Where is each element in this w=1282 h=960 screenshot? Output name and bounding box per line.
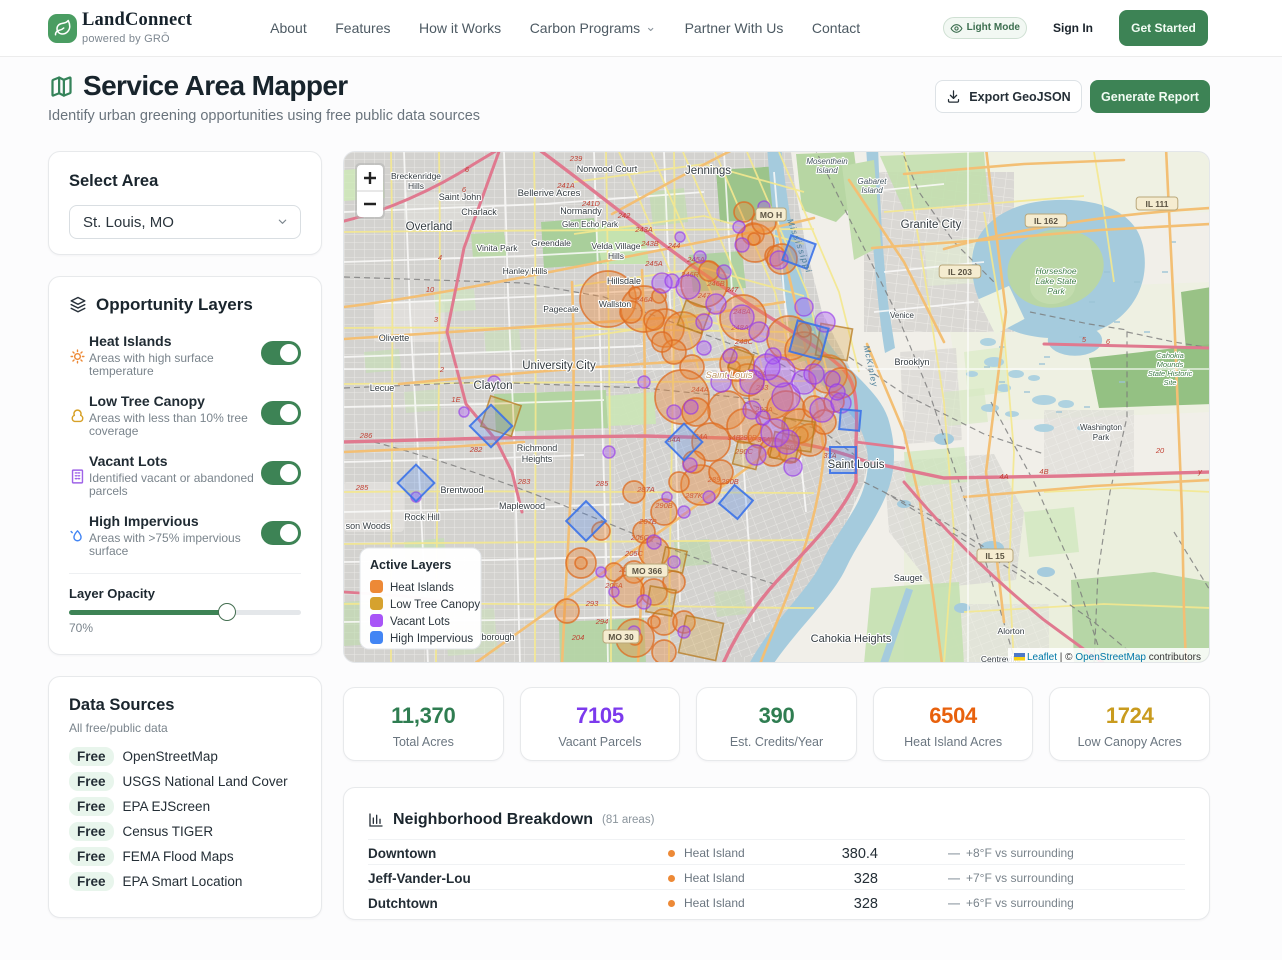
svg-text:High Impervious: High Impervious	[390, 633, 473, 645]
svg-text:Leaflet | © OpenStreetMap cont: Leaflet | © OpenStreetMap contributors	[1027, 652, 1201, 663]
svg-text:Site: Site	[1164, 378, 1177, 387]
svg-text:Hanley Hills: Hanley Hills	[503, 266, 548, 276]
svg-text:239: 239	[569, 154, 583, 163]
svg-text:293: 293	[585, 599, 599, 608]
svg-text:Granite City: Granite City	[901, 219, 962, 231]
svg-text:Heat Islands: Heat Islands	[390, 582, 454, 594]
svg-text:Brentwood: Brentwood	[440, 485, 483, 495]
svg-text:285: 285	[595, 479, 609, 488]
svg-text:Hillsdale: Hillsdale	[607, 276, 641, 286]
svg-text:Lake State: Lake State	[1036, 276, 1077, 286]
svg-text:Island: Island	[861, 186, 883, 195]
svg-text:Norwood Court: Norwood Court	[577, 164, 638, 174]
svg-text:Velda Village: Velda Village	[592, 241, 641, 251]
svg-text:Saint Louis: Saint Louis	[828, 459, 885, 471]
svg-text:IL 162: IL 162	[1034, 216, 1058, 226]
svg-text:243B: 243B	[640, 239, 659, 248]
svg-text:IL 203: IL 203	[948, 267, 972, 277]
svg-text:State Historic: State Historic	[1148, 369, 1193, 378]
svg-text:Island: Island	[816, 166, 838, 175]
svg-text:Heights: Heights	[522, 454, 553, 464]
svg-text:2: 2	[439, 365, 445, 374]
svg-text:Clayton: Clayton	[474, 380, 513, 392]
svg-text:MO H: MO H	[760, 210, 782, 220]
svg-text:Park: Park	[1093, 433, 1110, 442]
svg-text:Washington: Washington	[1080, 423, 1122, 432]
svg-text:University City: University City	[522, 360, 596, 372]
svg-text:Breckenridge: Breckenridge	[391, 171, 441, 181]
svg-text:Glen Echo Park: Glen Echo Park	[562, 220, 619, 229]
svg-text:Olivette: Olivette	[379, 333, 410, 343]
svg-text:Mosenthein: Mosenthein	[806, 157, 848, 166]
svg-text:4B: 4B	[1039, 467, 1048, 476]
svg-text:MO 30: MO 30	[608, 632, 634, 642]
svg-text:Park: Park	[1047, 286, 1065, 296]
svg-text:Saint Louis: Saint Louis	[705, 370, 752, 381]
svg-text:Pagecale: Pagecale	[543, 304, 579, 314]
svg-text:Active Layers: Active Layers	[370, 558, 451, 572]
svg-text:204: 204	[571, 633, 585, 642]
svg-text:Sauget: Sauget	[894, 573, 923, 583]
svg-text:Charlack: Charlack	[461, 207, 497, 217]
svg-text:Maplewood: Maplewood	[499, 501, 545, 511]
svg-text:Hills: Hills	[408, 181, 424, 191]
svg-text:Rock Hill: Rock Hill	[404, 512, 440, 522]
svg-text:283: 283	[517, 477, 531, 486]
svg-text:lborough: lborough	[479, 632, 514, 642]
svg-text:son Woods: son Woods	[346, 521, 391, 531]
svg-text:285: 285	[355, 483, 369, 492]
svg-text:4: 4	[438, 253, 442, 262]
svg-text:243A: 243A	[634, 225, 653, 234]
svg-text:Wallston: Wallston	[599, 299, 632, 309]
svg-text:Vacant Lots: Vacant Lots	[390, 616, 450, 628]
svg-text:Cahokia Heights: Cahokia Heights	[811, 633, 892, 645]
svg-text:Venice: Venice	[890, 311, 915, 320]
svg-text:245A: 245A	[644, 259, 663, 268]
svg-text:10: 10	[426, 285, 435, 294]
svg-text:Gabaret: Gabaret	[858, 177, 888, 186]
svg-text:4A: 4A	[999, 472, 1008, 481]
svg-text:242: 242	[617, 211, 631, 220]
svg-text:Jennings: Jennings	[685, 165, 731, 177]
svg-text:Greendale: Greendale	[531, 238, 571, 248]
svg-text:Alorton: Alorton	[998, 626, 1025, 636]
svg-text:20: 20	[1155, 446, 1165, 455]
svg-text:Vinita Park: Vinita Park	[477, 243, 519, 253]
svg-text:Richmond: Richmond	[517, 443, 558, 453]
svg-text:Cahokia: Cahokia	[1156, 351, 1184, 360]
svg-text:286: 286	[359, 431, 373, 440]
svg-text:IL 15: IL 15	[985, 551, 1004, 561]
svg-text:Bellerive Acres: Bellerive Acres	[518, 188, 581, 199]
svg-text:Normandy: Normandy	[560, 206, 602, 216]
svg-text:MO 366: MO 366	[632, 566, 663, 576]
svg-text:Hills: Hills	[608, 251, 624, 261]
svg-text:Horseshoe: Horseshoe	[1035, 266, 1076, 276]
svg-text:Low Tree Canopy: Low Tree Canopy	[390, 599, 480, 611]
svg-text:294: 294	[595, 617, 609, 626]
svg-text:Lecue: Lecue	[370, 383, 395, 393]
svg-text:282: 282	[469, 445, 483, 454]
svg-text:Saint John: Saint John	[439, 192, 482, 202]
svg-text:Brooklyn: Brooklyn	[894, 357, 929, 367]
svg-text:Overland: Overland	[406, 221, 453, 233]
svg-text:Mounds: Mounds	[1157, 360, 1184, 369]
svg-text:IL 111: IL 111	[1145, 199, 1168, 209]
svg-text:1E: 1E	[451, 395, 461, 404]
